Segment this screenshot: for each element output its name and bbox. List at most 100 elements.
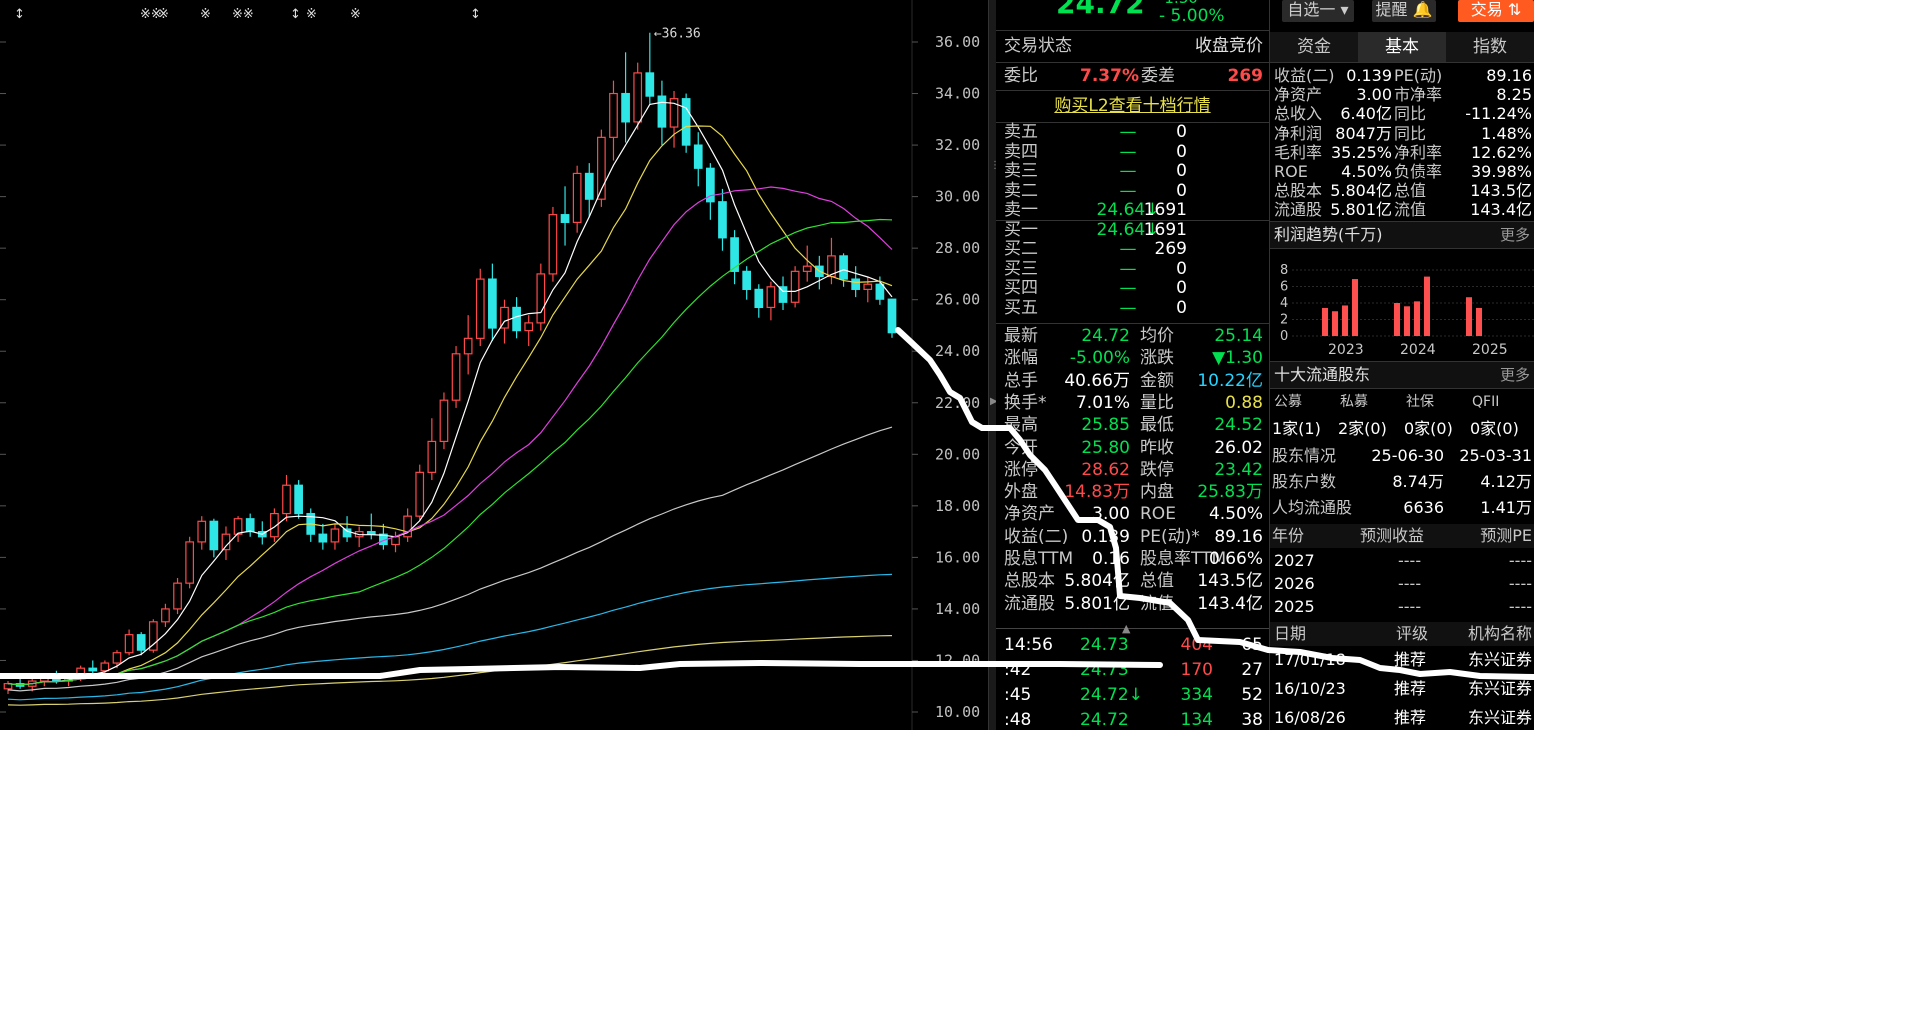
rating-row: 16/08/26 推荐 东兴证券 [1270,708,1534,727]
y-tick-label: 12.00 [935,651,980,669]
stat-value: 5.801亿 [1064,593,1130,614]
stat-value: 0.88 [1225,392,1263,413]
holder-type-label: QFII [1472,394,1500,410]
candle-body [318,533,328,543]
candle-body [681,98,691,146]
holders-more-link[interactable]: 更多 [1500,362,1530,388]
l2-row: 购买L2查看十档行情 [996,96,1269,116]
candle-body [887,298,897,334]
forecast-row: 2027 ---- ---- [1270,551,1534,570]
candle-body [233,518,243,535]
stat-label: 股息TTM [1004,549,1074,569]
holder-info-value: 8.74万 [1392,472,1444,491]
y-tick-label: 26.00 [935,291,980,309]
stat-value: 0.66% [1208,549,1263,569]
candle-body [766,286,776,309]
fund-value: 3.00 [1356,85,1392,105]
tab-index[interactable]: 指数 [1446,32,1534,62]
candle-body [633,72,643,123]
collapse-arrow-icon[interactable]: ▶ [990,396,998,410]
trade-button[interactable]: 交易 ⇅ [1458,0,1534,22]
fund-value: 5.801亿 [1330,200,1392,220]
tick-price: 24.73 [1080,635,1129,655]
buy-l2-link[interactable]: 购买L2查看十档行情 [1054,96,1210,116]
y-tick-label: 24.00 [935,342,980,360]
profit-more-link[interactable]: 更多 [1500,222,1530,248]
watchlist-dropdown[interactable]: 自选一 ▾ [1282,0,1354,22]
profit-bar [1322,307,1328,336]
book-price: — [1119,122,1137,142]
alert-button[interactable]: 提醒 🔔 [1372,0,1436,22]
candle-body [221,533,231,551]
weibi-value: 7.37% [1080,66,1139,86]
fund-label: 流通股 [1274,200,1323,220]
book-level-label: 卖五 [1004,122,1038,142]
book-row: 买四 — 0 [996,279,1269,298]
candle-body [475,278,485,339]
tab-basic[interactable]: 基本 [1358,32,1446,62]
fund-label: 负债率 [1394,162,1443,181]
y-tick-label: 10.00 [935,703,980,721]
fund-label: 净利润 [1274,123,1323,143]
holder-info-value: 25-06-30 [1371,446,1444,465]
book-volume: 0 [1176,258,1187,279]
book-level-label: 卖四 [1004,141,1038,162]
stat-value: 25.80 [1081,437,1130,458]
candle-body [645,72,655,97]
y-tick-label: 14.00 [935,600,980,618]
event-marker-icon: ↕ [470,7,481,22]
top-price-row: 24.72 -1.30 - 5.00% [996,0,1269,26]
book-row: 买三 — 0 [996,258,1269,279]
expand-arrow-icon[interactable]: ▲ [1122,622,1130,635]
candle-body [463,337,473,355]
profit-bar [1394,303,1400,336]
stat-label: 流通股 [1004,593,1055,614]
status-value: 收盘竞价 [1195,36,1263,56]
candle-body [366,531,376,535]
stat-label: 净资产 [1004,504,1055,525]
profit-y-tick: 4 [1280,296,1288,311]
fund-row: 收益(二) 0.139 PE(动) 89.16 [1270,66,1534,85]
forecast-row: 2026 ---- ---- [1270,574,1534,593]
y-tick-label: 36.00 [935,33,980,51]
rating-value: 推荐 [1394,679,1427,698]
holder-info-row: 股东户数 8.74万 4.12万 [1270,472,1534,491]
fund-row: 总股本 5.804亿 总值 143.5亿 [1270,181,1534,200]
tab-funds[interactable]: 资金 [1270,32,1358,62]
tick-time: :42 [1004,660,1032,680]
tick-price: 24.72↓ [1080,685,1143,705]
holder-info-label: 股东情况 [1272,446,1337,465]
forecast-year: 2026 [1274,574,1315,593]
rating-value: 推荐 [1394,650,1427,669]
forecast-pe: ---- [1508,551,1532,570]
book-price: — [1119,278,1137,298]
stat-row: 总手 40.66万 金额 10.22亿 [996,371,1269,391]
candle-body [790,270,800,303]
last-price: 24.72 [1056,0,1145,20]
kline-chart[interactable]: 36.00 34.00 32.00 30.00 28.00 26.00 24.00 22.00… [0,0,988,730]
book-row: 卖三 — 0 [996,162,1269,181]
book-level-label: 卖三 [1004,161,1038,181]
fund-value: 0.139 [1346,66,1392,85]
candle-body [294,484,303,515]
kline-chart-svg[interactable]: 36.00 34.00 32.00 30.00 28.00 26.00 24.00 22.00… [0,0,988,730]
book-row: 卖四 — 0 [996,141,1269,162]
splitter-grip-icon[interactable]: ⋮ [990,160,1000,174]
high-marker-label: ←36.36 [654,27,701,42]
candle-body [427,440,437,473]
stat-value: 25.83万 [1197,482,1263,503]
tick-time: :48 [1004,710,1032,730]
profit-bar [1414,301,1420,336]
holder-type-label: 私募 [1340,394,1368,410]
candle-body [451,353,461,401]
stat-row: 股息TTM 0.16 股息率TTM 0.66% [996,549,1269,569]
book-volume: 269 [1154,239,1187,259]
stat-row: 最高 25.85 最低 24.52 [996,415,1269,435]
swap-arrows-icon: ⇅ [1507,0,1522,19]
stat-value: 4.50% [1208,504,1263,525]
fund-label: 净利率 [1394,142,1443,162]
trade-label: 交易 [1470,0,1503,19]
forecast-col-pe: 预测PE [1480,526,1532,545]
candle-body [197,520,207,543]
fund-value: 39.98% [1470,162,1532,181]
